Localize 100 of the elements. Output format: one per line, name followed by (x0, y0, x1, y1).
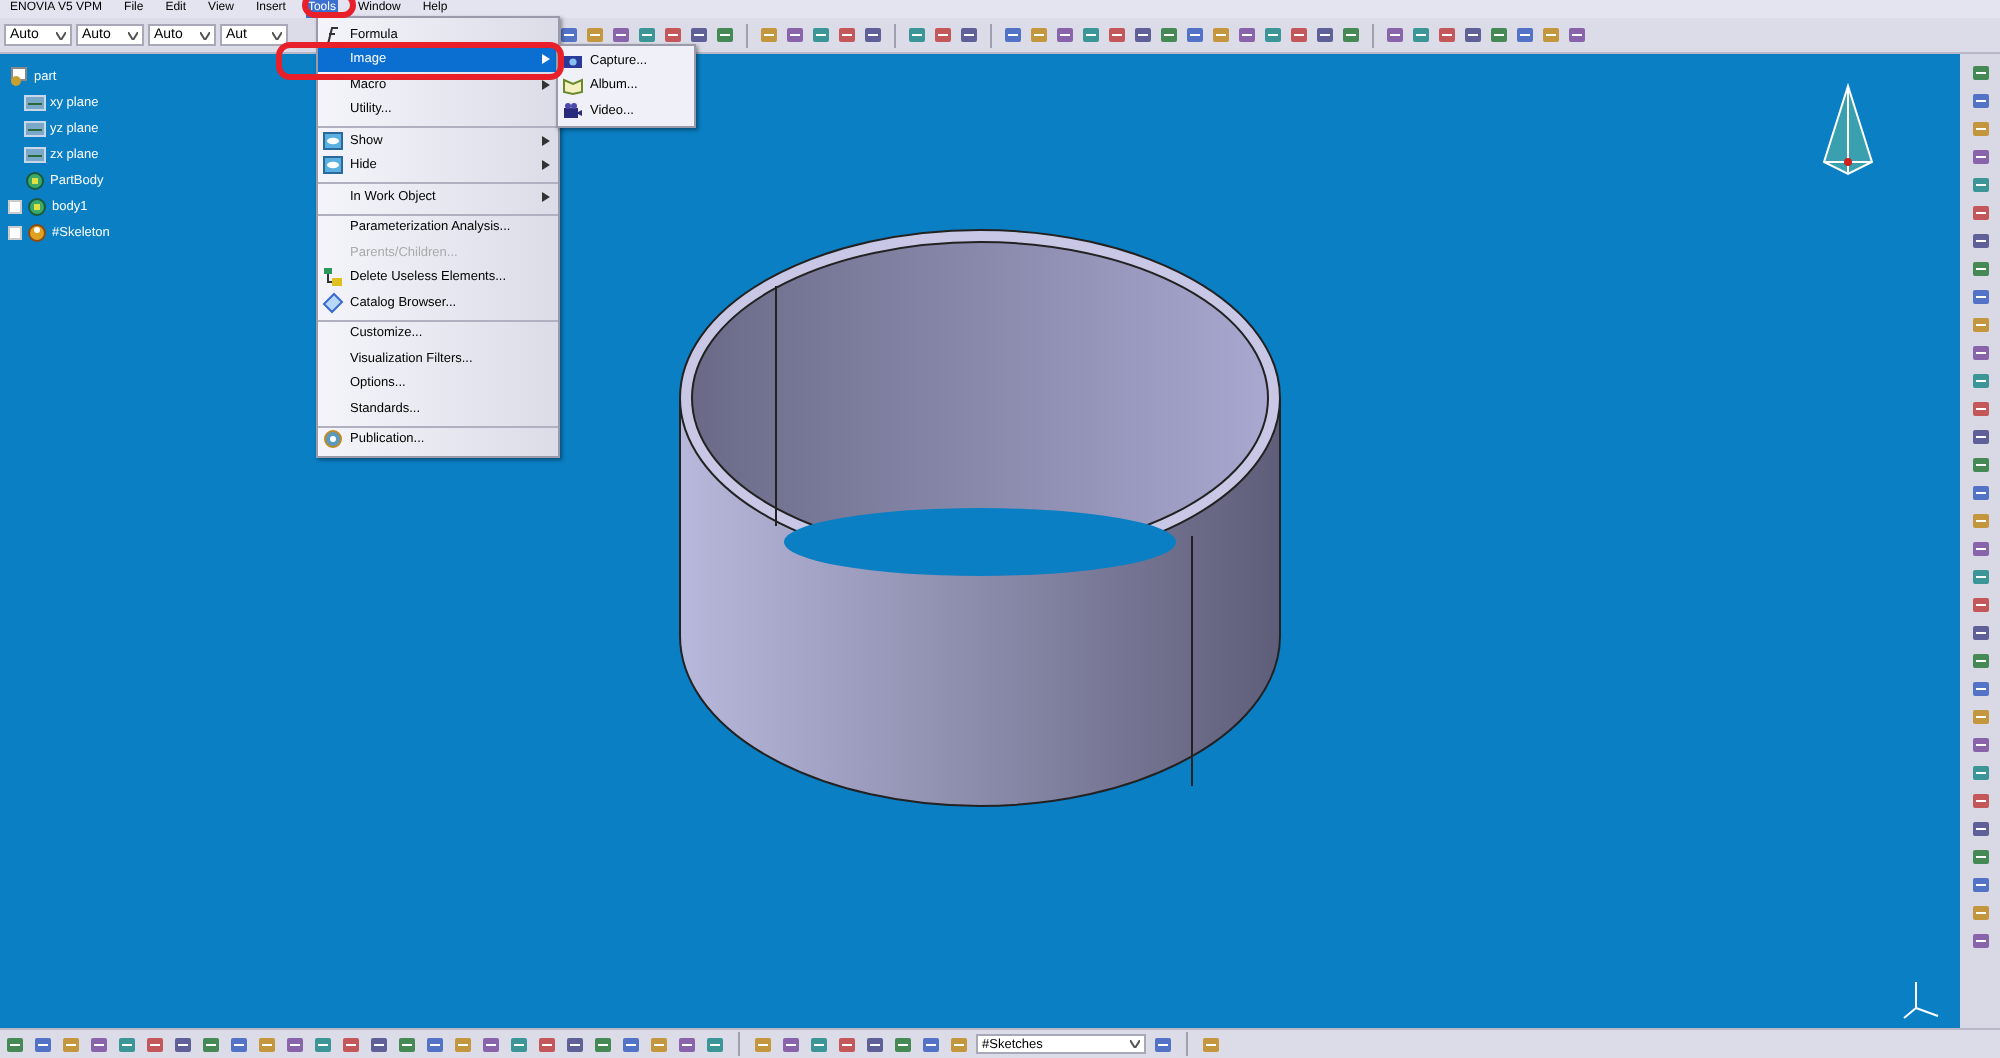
toolbar-icon[interactable] (536, 1033, 558, 1055)
toolbar-icon[interactable] (662, 24, 684, 46)
toolbar-icon[interactable] (1566, 24, 1588, 46)
toolbar-icon[interactable] (558, 24, 580, 46)
toolbar-icon[interactable] (1969, 622, 1991, 644)
toolbar-icon[interactable] (1314, 24, 1336, 46)
toolbar-icon[interactable] (424, 1033, 446, 1055)
toolbar-icon[interactable] (1969, 818, 1991, 840)
toolbar-icon[interactable] (610, 24, 632, 46)
toolbar-icon[interactable] (1969, 286, 1991, 308)
toolbar-icon[interactable] (32, 1033, 54, 1055)
toolbar-icon[interactable] (1969, 398, 1991, 420)
toolbar-icon[interactable] (1969, 174, 1991, 196)
toolbar-icon[interactable] (1132, 24, 1154, 46)
toolbar-icon[interactable] (1106, 24, 1128, 46)
toolbar-icon[interactable] (1969, 594, 1991, 616)
toolbar-icon[interactable] (1969, 342, 1991, 364)
toolbar-icon[interactable] (284, 1033, 306, 1055)
toolbar-icon[interactable] (4, 1033, 26, 1055)
toolbar-icon[interactable] (564, 1033, 586, 1055)
toolbar-icon[interactable] (1969, 230, 1991, 252)
toolbar-icon[interactable] (200, 1033, 222, 1055)
toolbar-icon[interactable] (636, 24, 658, 46)
toolbar-icon[interactable] (256, 1033, 278, 1055)
toolbar-icon[interactable] (1210, 24, 1232, 46)
toolbar-icon[interactable] (1158, 24, 1180, 46)
toolbar-icon[interactable] (676, 1033, 698, 1055)
toolbar-icon[interactable] (396, 1033, 418, 1055)
toolbar-icon[interactable] (1262, 24, 1284, 46)
toolbar-icon[interactable] (1969, 650, 1991, 672)
toolbar-icon[interactable] (808, 1033, 830, 1055)
toolbar-icon[interactable] (592, 1033, 614, 1055)
toolbar-icon[interactable] (312, 1033, 334, 1055)
toolbar-icon[interactable] (1969, 482, 1991, 504)
toolbar-icon[interactable] (1236, 24, 1258, 46)
toolbar-icon[interactable] (752, 1033, 774, 1055)
toolbar-icon[interactable] (1969, 454, 1991, 476)
toolbar-icon[interactable] (784, 24, 806, 46)
toolbar-icon[interactable] (368, 1033, 390, 1055)
toolbar-icon[interactable] (1436, 24, 1458, 46)
toolbar-icon[interactable] (836, 24, 858, 46)
toolbar-icon[interactable] (1969, 146, 1991, 168)
toolbar-icon[interactable] (88, 1033, 110, 1055)
toolbar-icon[interactable] (758, 24, 780, 46)
toolbar-icon[interactable] (508, 1033, 530, 1055)
toolbar-icon[interactable] (864, 1033, 886, 1055)
toolbar-icon[interactable] (920, 1033, 942, 1055)
toolbar-icon[interactable] (144, 1033, 166, 1055)
toolbar-icon[interactable] (228, 1033, 250, 1055)
toolbar-icon[interactable] (1969, 202, 1991, 224)
toolbar-icon[interactable] (452, 1033, 474, 1055)
toolbar-icon[interactable] (1969, 706, 1991, 728)
toolbar-icon[interactable] (704, 1033, 726, 1055)
toolbar-icon[interactable] (1969, 846, 1991, 868)
toolbar-icon[interactable] (1969, 734, 1991, 756)
toolbar-icon[interactable] (836, 1033, 858, 1055)
toolbar-icon[interactable] (584, 24, 606, 46)
toolbar-icon[interactable] (1969, 538, 1991, 560)
toolbar-icon[interactable] (1152, 1033, 1174, 1055)
toolbar-icon[interactable] (1969, 426, 1991, 448)
toolbar-icon[interactable] (1969, 90, 1991, 112)
toolbar-icon[interactable] (1054, 24, 1076, 46)
toolbar-icon[interactable] (1028, 24, 1050, 46)
toolbar-icon[interactable] (172, 1033, 194, 1055)
toolbar-icon[interactable] (958, 24, 980, 46)
toolbar-icon[interactable] (340, 1033, 362, 1055)
toolbar-icon[interactable] (1969, 118, 1991, 140)
toolbar-icon[interactable] (1384, 24, 1406, 46)
toolbar-icon[interactable] (1410, 24, 1432, 46)
toolbar-icon[interactable] (1200, 1033, 1222, 1055)
toolbar-icon[interactable] (1969, 370, 1991, 392)
toolbar-icon[interactable] (480, 1033, 502, 1055)
toolbar-icon[interactable] (1540, 24, 1562, 46)
toolbar-icon[interactable] (1969, 930, 1991, 952)
toolbar-icon[interactable] (1969, 510, 1991, 532)
toolbar-icon[interactable] (116, 1033, 138, 1055)
toolbar-icon[interactable] (1462, 24, 1484, 46)
toolbar-icon[interactable] (1969, 874, 1991, 896)
toolbar-icon[interactable] (810, 24, 832, 46)
toolbar-icon[interactable] (1969, 902, 1991, 924)
toolbar-icon[interactable] (1969, 678, 1991, 700)
toolbar-icon[interactable] (1002, 24, 1024, 46)
toolbar-icon[interactable] (1488, 24, 1510, 46)
toolbar-icon[interactable] (1969, 62, 1991, 84)
toolbar-icon[interactable] (948, 1033, 970, 1055)
toolbar-icon[interactable] (1969, 762, 1991, 784)
toolbar-icon[interactable] (648, 1033, 670, 1055)
toolbar-icon[interactable] (892, 1033, 914, 1055)
toolbar-icon[interactable] (1340, 24, 1362, 46)
toolbar-icon[interactable] (1969, 566, 1991, 588)
toolbar-icon[interactable] (620, 1033, 642, 1055)
toolbar-icon[interactable] (862, 24, 884, 46)
toolbar-icon[interactable] (1080, 24, 1102, 46)
toolbar-icon[interactable] (906, 24, 928, 46)
toolbar-icon[interactable] (714, 24, 736, 46)
toolbar-icon[interactable] (932, 24, 954, 46)
toolbar-icon[interactable] (60, 1033, 82, 1055)
toolbar-icon[interactable] (1288, 24, 1310, 46)
toolbar-icon[interactable] (1184, 24, 1206, 46)
toolbar-icon[interactable] (1969, 790, 1991, 812)
